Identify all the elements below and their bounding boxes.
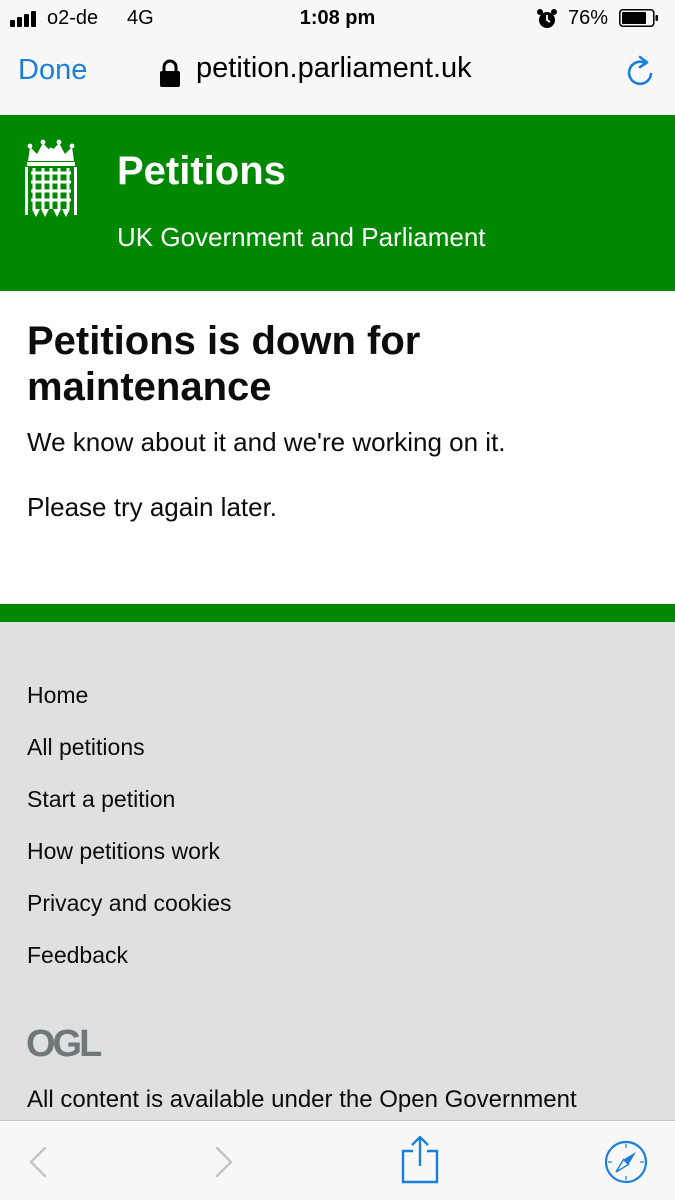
footer-link-privacy[interactable]: Privacy and cookies: [27, 886, 232, 938]
url-text[interactable]: petition.parliament.uk: [196, 52, 472, 85]
footer-nav: Home All petitions Start a petition How …: [27, 678, 232, 990]
footer-link-all-petitions[interactable]: All petitions: [27, 730, 232, 782]
license-text: All content is available under the Open …: [27, 1086, 577, 1113]
main-content: Petitions is down for maintenance We kno…: [0, 291, 675, 604]
footer-link-feedback[interactable]: Feedback: [27, 938, 232, 990]
back-icon[interactable]: [26, 1145, 50, 1179]
ogl-logo[interactable]: OGL: [26, 1024, 104, 1060]
footer-link-home[interactable]: Home: [27, 678, 232, 730]
browser-url-bar: Done petition.parliament.uk: [0, 38, 675, 115]
site-header: Petitions UK Government and Parliament: [0, 115, 675, 291]
status-bar: o2-de 4G 1:08 pm 76%: [0, 0, 675, 38]
compass-icon[interactable]: [604, 1140, 648, 1184]
forward-icon[interactable]: [212, 1145, 236, 1179]
retry-message: Please try again later.: [27, 492, 278, 522]
ogl-logo-text: OGL: [26, 1024, 102, 1060]
footer-divider: [0, 604, 675, 622]
battery-percent: 76%: [568, 7, 609, 29]
reload-icon[interactable]: [622, 54, 658, 90]
alarm-icon: [537, 9, 557, 28]
browser-toolbar: [0, 1120, 675, 1200]
footer-link-start-petition[interactable]: Start a petition: [27, 782, 232, 834]
portcullis-crest-icon[interactable]: [24, 139, 78, 219]
battery-icon: [619, 9, 658, 27]
site-title[interactable]: Petitions: [117, 149, 286, 194]
share-icon[interactable]: [400, 1134, 440, 1184]
footer: Home All petitions Start a petition How …: [0, 622, 675, 1120]
site-subtitle: UK Government and Parliament: [117, 222, 486, 252]
maintenance-message: We know about it and we're working on it…: [27, 427, 506, 457]
page-title: Petitions is down for maintenance: [27, 319, 421, 409]
done-button[interactable]: Done: [18, 54, 87, 87]
lock-icon: [160, 59, 180, 87]
footer-link-how-petitions-work[interactable]: How petitions work: [27, 834, 232, 886]
